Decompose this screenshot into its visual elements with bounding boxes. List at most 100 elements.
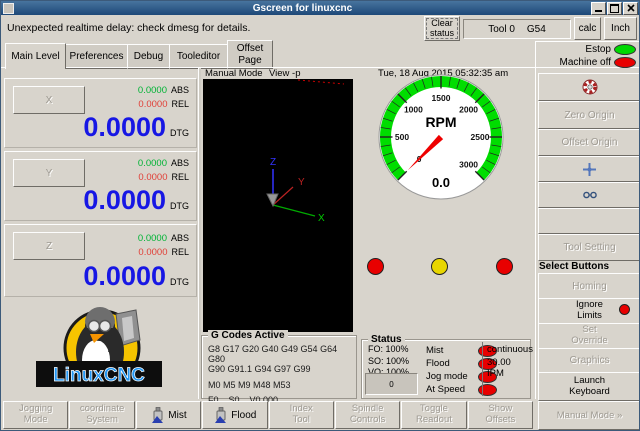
move-to-origin-button[interactable]: [538, 156, 640, 182]
axis-z-dtg-value: 0.0000: [83, 261, 166, 292]
flood-button-label: Flood: [231, 410, 256, 421]
offset-origin-button[interactable]: Offset Origin: [538, 129, 640, 156]
blank-button[interactable]: [538, 208, 640, 234]
at-speed-led: [478, 384, 497, 396]
tool-statusbar: Tool 0 G54: [463, 19, 571, 39]
glasses-icon: [583, 191, 597, 199]
unit-toggle-button[interactable]: Inch: [604, 17, 637, 40]
gremlin-3d-preview[interactable]: Z Y X: [203, 79, 353, 332]
rel-label: REL: [171, 247, 189, 257]
clear-status-button[interactable]: Clear status: [424, 16, 460, 41]
tool-setting-button[interactable]: Tool Setting: [538, 234, 640, 261]
index-tool-button[interactable]: Index Tool: [269, 401, 334, 429]
abs-label: ABS: [171, 158, 189, 168]
homing-button[interactable]: Homing: [538, 273, 640, 299]
axis-y-rel-value: 0.0000: [138, 172, 167, 183]
tab-preferences[interactable]: Preferences: [65, 44, 128, 69]
axis-x-dtg-value: 0.0000: [83, 112, 166, 143]
indicator-light-3: [496, 258, 513, 275]
mode-label: Manual Mode: [205, 68, 263, 79]
jog-increment-label: continuous: [487, 344, 533, 355]
axis-x-button[interactable]: X: [13, 86, 85, 114]
window-title: Gscreen for linuxcnc: [14, 3, 591, 14]
logo-text: LinuxCNC: [53, 365, 145, 386]
machine-off-label[interactable]: Machine off: [541, 57, 611, 68]
abs-label: ABS: [171, 85, 189, 95]
close-button[interactable]: [623, 2, 638, 15]
svg-text:2000: 2000: [459, 104, 478, 114]
svg-text:500: 500: [395, 132, 409, 142]
tab-main-level[interactable]: Main Level: [5, 43, 66, 69]
toggle-readout-button[interactable]: Toggle Readout: [401, 401, 466, 429]
flood-button[interactable]: Flood: [202, 401, 267, 429]
manual-mode-button[interactable]: Manual Mode »: [538, 401, 640, 430]
estop-led: [614, 44, 636, 55]
axis-y-button[interactable]: Y: [13, 159, 85, 187]
graphics-button[interactable]: Graphics: [538, 348, 640, 373]
machine-off-led: [614, 57, 636, 68]
view-label: View -p: [269, 68, 301, 79]
tab-offset-page[interactable]: Offset Page: [227, 40, 273, 69]
coord-system-label: G54: [527, 24, 546, 35]
axis-indicator: Z Y X: [203, 79, 353, 332]
axis-panel-z: Z 0.0000 ABS 0.0000 REL 0.0000 DTG: [4, 224, 197, 297]
lifebuoy-icon: [581, 78, 599, 96]
estop-label[interactable]: Estop: [545, 44, 611, 55]
logo-panel: LinuxCNC: [4, 300, 197, 399]
y-axis-label: Y: [298, 177, 305, 188]
spindle-rpm-gauge: 050010001500200025003000RPM0.0: [371, 71, 511, 205]
maximize-button[interactable]: [607, 2, 622, 15]
jogging-mode-button[interactable]: Jogging Mode: [3, 401, 68, 429]
axis-z-button[interactable]: Z: [13, 232, 85, 260]
abs-label: ABS: [171, 233, 189, 243]
svg-text:1500: 1500: [432, 93, 451, 103]
maximize-icon: [610, 4, 619, 13]
status-frame: Status FO: 100% SO: 100% VO: 100% 0 Mist…: [361, 339, 531, 399]
axis-y-abs-value: 0.0000: [138, 158, 167, 169]
axis-x-rel-value: 0.0000: [138, 99, 167, 110]
cycle-start-button[interactable]: [538, 73, 640, 101]
gcodes-frame: G Codes Active G8 G17 G20 G40 G49 G54 G6…: [201, 335, 357, 399]
feed-override-value: FO: 100%: [368, 344, 409, 356]
rel-label: REL: [171, 172, 189, 182]
axis-z-abs-value: 0.0000: [138, 233, 167, 244]
status-divider: [482, 342, 483, 396]
svg-text:1000: 1000: [404, 104, 423, 114]
tab-debug[interactable]: Debug: [127, 44, 170, 69]
window-icon: [3, 3, 14, 14]
calc-button[interactable]: calc: [574, 17, 601, 40]
mist-button[interactable]: Mist: [136, 401, 201, 429]
gcode-line-2: G90 G91.1 G94 G97 G99: [208, 364, 356, 374]
linuxcnc-logo: LinuxCNC: [4, 300, 197, 399]
set-override-button[interactable]: Set Override: [538, 323, 640, 349]
x-axis-label: X: [318, 213, 325, 224]
indicator-light-1: [367, 258, 384, 275]
launch-keyboard-button[interactable]: Launch Keyboard: [538, 372, 640, 401]
spindle-speed-button[interactable]: 0: [365, 373, 418, 395]
tool-measure-button[interactable]: [538, 182, 640, 208]
svg-text:RPM: RPM: [425, 114, 456, 130]
mcode-line: M0 M5 M9 M48 M53: [208, 380, 356, 390]
rel-label: REL: [171, 99, 189, 109]
tab-tooleditor[interactable]: Tooleditor: [169, 44, 228, 69]
axis-z-rel-value: 0.0000: [138, 247, 167, 258]
axis-panel-y: Y 0.0000ABS 0.0000REL 0.0000DTG: [4, 151, 197, 221]
at-speed-indicator-label: At Speed: [426, 384, 478, 395]
crosshair-icon: [582, 162, 597, 177]
zero-origin-button[interactable]: Zero Origin: [538, 101, 640, 129]
tool-cone: [267, 194, 278, 206]
title-bar[interactable]: Gscreen for linuxcnc: [1, 1, 639, 15]
select-buttons-label: Select Buttons: [539, 261, 609, 272]
dtg-label: DTG: [170, 277, 189, 287]
minimize-button[interactable]: [591, 2, 606, 15]
mist-indicator-label: Mist: [426, 345, 478, 356]
gcodes-title: G Codes Active: [208, 330, 288, 341]
jog-rate-label: 30.00 IPM: [487, 357, 530, 379]
axis-panel-x: X 0.0000ABS 0.0000REL 0.0000DTG: [4, 78, 197, 148]
coordinate-system-button[interactable]: coordinate System: [69, 401, 134, 429]
minimize-icon: [595, 10, 602, 12]
spindle-controls-button[interactable]: Spindle Controls: [335, 401, 400, 429]
show-offsets-button[interactable]: Show Offsets: [468, 401, 533, 429]
svg-text:3000: 3000: [459, 160, 478, 170]
flood-indicator-label: Flood: [426, 358, 478, 369]
